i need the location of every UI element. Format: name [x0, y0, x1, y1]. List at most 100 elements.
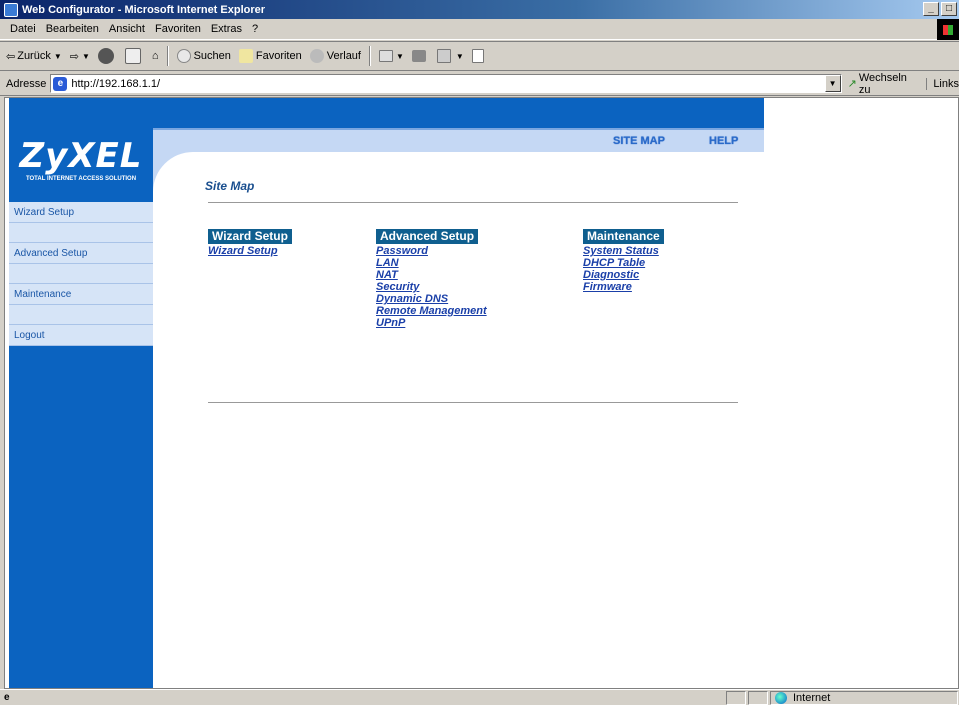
header-band: [153, 98, 764, 128]
sidebar: ZyXEL TOTAL INTERNET ACCESS SOLUTION Wiz…: [9, 98, 153, 688]
forward-arrow-icon: ⇨: [69, 50, 79, 63]
header-link-band: [153, 128, 764, 152]
page-viewport: ZyXEL TOTAL INTERNET ACCESS SOLUTION Wiz…: [4, 97, 959, 689]
minimize-button[interactable]: _: [923, 2, 939, 16]
column-wizard-setup: Wizard Setup Wizard Setup: [208, 229, 292, 257]
column-heading: Wizard Setup: [208, 229, 292, 244]
column-heading: Advanced Setup: [376, 229, 479, 244]
link-password[interactable]: Password: [376, 245, 487, 257]
link-upnp[interactable]: UPnP: [376, 317, 487, 329]
links-button[interactable]: Links: [926, 77, 959, 90]
help-link[interactable]: HELP: [709, 135, 738, 147]
menu-bar: Datei Bearbeiten Ansicht Favoriten Extra…: [0, 19, 959, 40]
home-icon: ⌂: [151, 50, 159, 62]
toolbar-separator: [166, 46, 169, 66]
chevron-down-icon: ▼: [53, 51, 62, 61]
sidebar-item-maintenance[interactable]: Maintenance: [9, 284, 153, 305]
ie-app-icon: [4, 2, 18, 17]
edit-button[interactable]: ▼: [436, 49, 464, 63]
divider-bottom: [208, 402, 738, 403]
favorites-button[interactable]: Favoriten: [238, 49, 302, 63]
discuss-icon: [471, 49, 484, 63]
maximize-button[interactable]: □: [941, 2, 957, 16]
sidebar-item-logout[interactable]: Logout: [9, 325, 153, 346]
history-icon: [309, 49, 324, 63]
zone-label: Internet: [793, 692, 831, 704]
back-label: Zurück: [17, 50, 51, 62]
address-label: Adresse: [6, 77, 47, 90]
security-zone: Internet: [770, 691, 958, 705]
forward-button[interactable]: ⇨ ▼: [70, 50, 90, 63]
search-label: Suchen: [193, 50, 231, 62]
page-title: Site Map: [205, 179, 255, 193]
menu-favoriten[interactable]: Favoriten: [155, 23, 201, 35]
stop-icon: [97, 48, 114, 64]
refresh-button[interactable]: [124, 48, 144, 64]
history-button[interactable]: Verlauf: [309, 49, 361, 63]
divider-top: [208, 202, 738, 203]
column-heading: Maintenance: [583, 229, 664, 244]
site-map-link[interactable]: SITE MAP: [613, 135, 665, 147]
globe-icon: [775, 692, 787, 704]
address-dropdown-button[interactable]: ▼: [824, 75, 841, 92]
back-button[interactable]: ⇦ Zurück ▼: [6, 50, 62, 63]
logo-tagline: TOTAL INTERNET ACCESS SOLUTION: [25, 176, 137, 182]
print-button[interactable]: [411, 50, 429, 62]
back-arrow-icon: ⇦: [6, 50, 16, 63]
link-dhcp-table[interactable]: DHCP Table: [583, 257, 664, 269]
go-button[interactable]: ↗ Wechseln zu: [848, 72, 919, 96]
sidebar-item-wizard-setup[interactable]: Wizard Setup: [9, 202, 153, 223]
chevron-down-icon: ▼: [81, 51, 90, 61]
status-cell: [726, 691, 746, 705]
zyxel-logo: ZyXEL: [19, 136, 143, 176]
link-remote-management[interactable]: Remote Management: [376, 305, 487, 317]
sidebar-spacer: [9, 223, 153, 243]
menu-extras[interactable]: Extras: [211, 23, 242, 35]
column-advanced-setup: Advanced Setup Password LAN NAT Security…: [376, 229, 487, 329]
print-icon: [411, 50, 426, 62]
window-titlebar: Web Configurator - Microsoft Internet Ex…: [0, 0, 959, 19]
address-bar: Adresse e http://192.168.1.1/ ▼ ↗ Wechse…: [0, 72, 959, 96]
windows-logo-icon: [937, 19, 959, 40]
address-input[interactable]: e http://192.168.1.1/ ▼: [50, 74, 842, 93]
toolbar-separator: [368, 46, 371, 66]
chevron-down-icon: ▼: [395, 51, 404, 61]
link-nat[interactable]: NAT: [376, 269, 487, 281]
link-diagnostic[interactable]: Diagnostic: [583, 269, 664, 281]
ie-status-icon: e: [4, 691, 10, 703]
menu-ansicht[interactable]: Ansicht: [109, 23, 145, 35]
menu-datei[interactable]: Datei: [10, 23, 36, 35]
go-label: Wechseln zu: [858, 71, 907, 96]
link-security[interactable]: Security: [376, 281, 487, 293]
favorites-star-icon: [238, 49, 253, 63]
link-lan[interactable]: LAN: [376, 257, 487, 269]
search-button[interactable]: Suchen: [176, 49, 231, 63]
menu-bearbeiten[interactable]: Bearbeiten: [46, 23, 99, 35]
sidebar-spacer: [9, 264, 153, 284]
link-firmware[interactable]: Firmware: [583, 281, 664, 293]
menu-help[interactable]: ?: [252, 23, 258, 35]
search-icon: [176, 49, 191, 63]
status-cell: [748, 691, 768, 705]
mail-button[interactable]: ▼: [378, 50, 404, 62]
link-dynamic-dns[interactable]: Dynamic DNS: [376, 293, 487, 305]
edit-icon: [436, 49, 451, 63]
link-wizard-setup[interactable]: Wizard Setup: [208, 245, 292, 257]
ie-page-icon: e: [53, 76, 68, 91]
status-bar: e Internet: [0, 689, 959, 705]
browser-toolbar: ⇦ Zurück ▼ ⇨ ▼ ⌂ Suchen Favoriten Verlau…: [0, 41, 959, 71]
sidebar-spacer: [9, 305, 153, 325]
home-button[interactable]: ⌂: [152, 50, 159, 62]
refresh-icon: [124, 48, 141, 64]
header-curve: [153, 152, 193, 192]
go-arrow-icon: ↗: [847, 78, 857, 90]
chevron-down-icon: ▼: [455, 51, 464, 61]
mail-icon: [378, 50, 393, 62]
window-controls: _ □: [923, 2, 957, 16]
stop-button[interactable]: [97, 48, 117, 64]
discuss-button[interactable]: [471, 49, 487, 63]
sidebar-nav: Wizard Setup Advanced Setup Maintenance …: [9, 202, 153, 346]
sidebar-item-advanced-setup[interactable]: Advanced Setup: [9, 243, 153, 264]
window-title: Web Configurator - Microsoft Internet Ex…: [22, 3, 266, 16]
link-system-status[interactable]: System Status: [583, 245, 664, 257]
